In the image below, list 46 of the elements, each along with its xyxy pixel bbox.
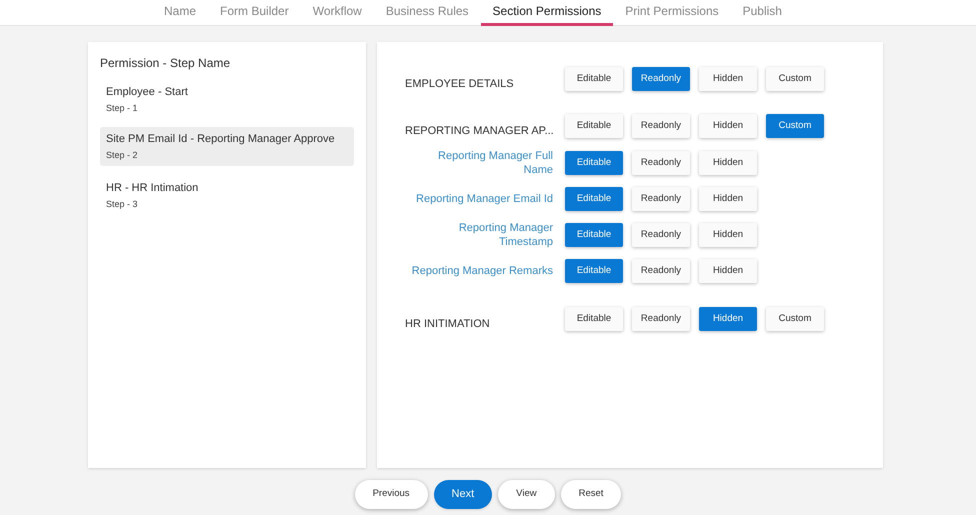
footer-button[interactable]: View: [498, 480, 555, 509]
permission-option[interactable]: Hidden: [699, 307, 757, 332]
footer-button[interactable]: Previous: [354, 480, 428, 509]
permission-option[interactable]: Editable: [565, 114, 623, 138]
section-label: REPORTING MANAGER AP...: [405, 124, 553, 138]
permission-option[interactable]: Hidden: [699, 151, 757, 175]
permission-option[interactable]: Editable: [565, 67, 623, 92]
permission-option[interactable]: Hidden: [699, 259, 757, 283]
panel-title: Permission - Step Name: [100, 55, 232, 72]
permission-option[interactable]: Editable: [565, 307, 623, 332]
section-label: HR INITIMATION: [405, 317, 491, 332]
tab[interactable]: Workflow: [300, 0, 374, 26]
step-item[interactable]: Site PM Email Id - Reporting Manager Approve Step - 2: [100, 127, 354, 166]
permission-option[interactable]: Hidden: [699, 67, 757, 92]
permission-option[interactable]: Hidden: [699, 187, 757, 211]
field-label: Reporting Manager Email Id: [415, 192, 553, 206]
section-label: EMPLOYEE DETAILS: [405, 77, 515, 92]
field-label: Reporting Manager Full Name: [437, 149, 553, 177]
permission-option[interactable]: Hidden: [699, 223, 757, 247]
permission-option[interactable]: Readonly: [632, 259, 690, 283]
tab[interactable]: Section Permissions: [480, 0, 614, 26]
permission-option[interactable]: Editable: [565, 259, 623, 283]
tab[interactable]: Form Builder: [208, 0, 301, 26]
permission-option[interactable]: Editable: [565, 151, 623, 175]
permission-option[interactable]: Custom: [766, 307, 824, 332]
permission-option[interactable]: Custom: [766, 67, 824, 92]
permission-option[interactable]: Readonly: [632, 67, 690, 92]
permission-option[interactable]: Readonly: [632, 187, 690, 211]
permission-option[interactable]: Custom: [766, 114, 824, 138]
tab[interactable]: Print Permissions: [613, 0, 731, 26]
field-label: Reporting Manager Timestamp: [458, 221, 553, 249]
permission-option[interactable]: Readonly: [632, 114, 690, 138]
permission-option[interactable]: Hidden: [699, 114, 757, 138]
tab[interactable]: Publish: [730, 0, 794, 26]
permission-option[interactable]: Readonly: [632, 223, 690, 247]
step-item[interactable]: HR - HR Intimation Step - 3: [100, 176, 354, 215]
permission-option[interactable]: Editable: [565, 223, 623, 247]
step-item[interactable]: Employee - Start Step - 1: [100, 80, 354, 119]
tab[interactable]: Business Rules: [374, 0, 481, 26]
tab[interactable]: Name: [152, 0, 208, 26]
permission-option[interactable]: Readonly: [632, 151, 690, 175]
footer-button[interactable]: Next: [434, 480, 492, 509]
field-label: Reporting Manager Remarks: [410, 264, 553, 278]
permission-option[interactable]: Readonly: [632, 307, 690, 332]
footer-button[interactable]: Reset: [560, 480, 622, 509]
permission-option[interactable]: Editable: [565, 187, 623, 211]
